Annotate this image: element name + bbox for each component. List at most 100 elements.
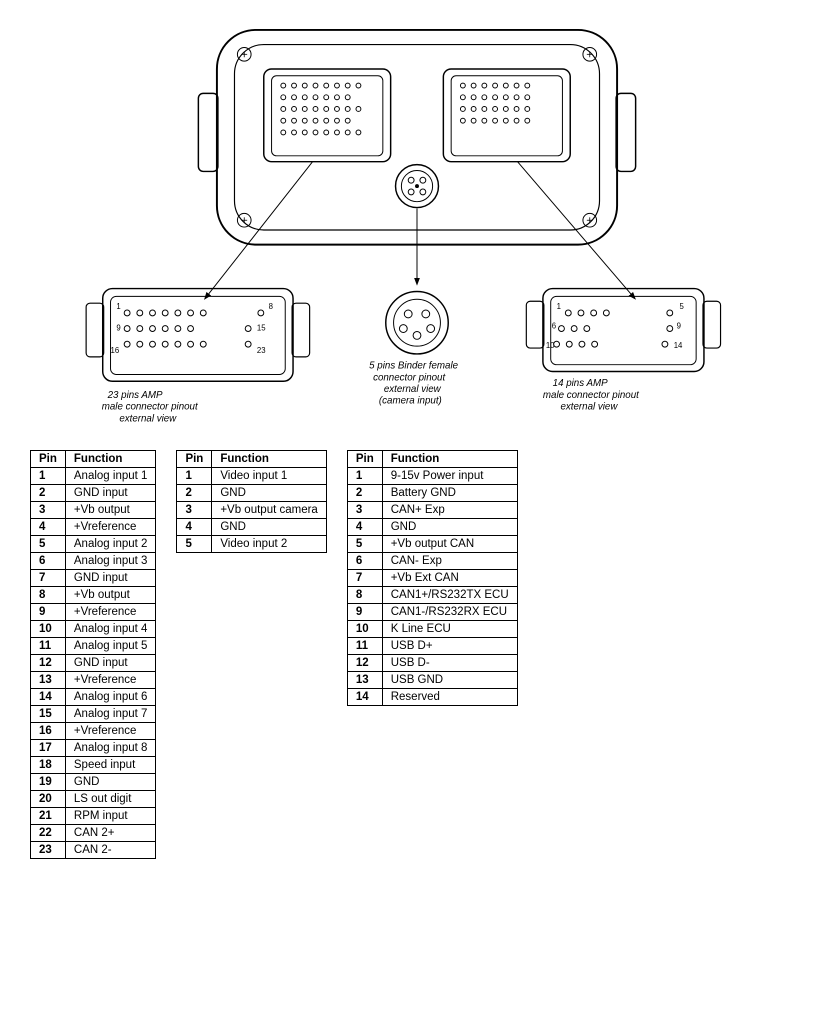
pin-function: +Vb output CAN bbox=[382, 536, 517, 553]
pin-function: +Vreference bbox=[65, 723, 156, 740]
col-function-header-mid: Function bbox=[212, 451, 327, 468]
pin-number: 10 bbox=[347, 621, 382, 638]
pin-number: 7 bbox=[31, 570, 66, 587]
svg-text:male connector pinout: male connector pinout bbox=[543, 390, 640, 401]
col-function-header-right: Function bbox=[382, 451, 517, 468]
svg-text:9: 9 bbox=[116, 324, 120, 333]
svg-text:5 pins Binder female: 5 pins Binder female bbox=[369, 361, 458, 372]
table-5pin: Pin Function 1Video input 12GND3+Vb outp… bbox=[176, 450, 326, 553]
pin-number: 15 bbox=[31, 706, 66, 723]
table-row: 1Analog input 1 bbox=[31, 468, 156, 485]
pin-function: +Vb output bbox=[65, 587, 156, 604]
pin-function: CAN1+/RS232TX ECU bbox=[382, 587, 517, 604]
table-row: 5+Vb output CAN bbox=[347, 536, 517, 553]
table-row: 11Analog input 5 bbox=[31, 638, 156, 655]
table-row: 6CAN- Exp bbox=[347, 553, 517, 570]
col-pin-header-mid: Pin bbox=[177, 451, 212, 468]
svg-text:1: 1 bbox=[116, 302, 120, 311]
pin-number: 2 bbox=[347, 485, 382, 502]
pin-function: Analog input 2 bbox=[65, 536, 156, 553]
svg-text:16: 16 bbox=[111, 346, 120, 355]
table-row: 20LS out digit bbox=[31, 791, 156, 808]
table-row: 7+Vb Ext CAN bbox=[347, 570, 517, 587]
table-row: 3+Vb output bbox=[31, 502, 156, 519]
pin-number: 20 bbox=[31, 791, 66, 808]
pin-number: 8 bbox=[347, 587, 382, 604]
diagram-section: 1 8 9 15 16 23 bbox=[10, 10, 824, 430]
pin-function: CAN1-/RS232RX ECU bbox=[382, 604, 517, 621]
pin-number: 6 bbox=[347, 553, 382, 570]
col-function-header-left: Function bbox=[65, 451, 156, 468]
table-row: 8CAN1+/RS232TX ECU bbox=[347, 587, 517, 604]
pin-function: K Line ECU bbox=[382, 621, 517, 638]
pin-function: CAN+ Exp bbox=[382, 502, 517, 519]
pin-function: +Vb output camera bbox=[212, 502, 327, 519]
table-row: 13+Vreference bbox=[31, 672, 156, 689]
pin-function: GND bbox=[212, 519, 327, 536]
svg-text:external view: external view bbox=[560, 402, 618, 413]
table-row: 9CAN1-/RS232RX ECU bbox=[347, 604, 517, 621]
table-row: 7GND input bbox=[31, 570, 156, 587]
table-row: 16+Vreference bbox=[31, 723, 156, 740]
table-row: 21RPM input bbox=[31, 808, 156, 825]
pin-function: +Vreference bbox=[65, 519, 156, 536]
svg-text:external view: external view bbox=[119, 413, 177, 424]
pin-number: 13 bbox=[31, 672, 66, 689]
table-row: 13USB GND bbox=[347, 672, 517, 689]
pin-function: Analog input 6 bbox=[65, 689, 156, 706]
pin-function: GND input bbox=[65, 655, 156, 672]
table-row: 4GND bbox=[177, 519, 326, 536]
pin-number: 5 bbox=[31, 536, 66, 553]
pin-number: 23 bbox=[31, 842, 66, 859]
svg-text:8: 8 bbox=[269, 302, 273, 311]
pin-number: 3 bbox=[347, 502, 382, 519]
pin-number: 4 bbox=[31, 519, 66, 536]
pin-number: 12 bbox=[347, 655, 382, 672]
pin-function: GND bbox=[212, 485, 327, 502]
pin-number: 1 bbox=[347, 468, 382, 485]
svg-text:5: 5 bbox=[680, 302, 685, 311]
table-row: 4+Vreference bbox=[31, 519, 156, 536]
pin-function: USB D+ bbox=[382, 638, 517, 655]
pin-function: Analog input 1 bbox=[65, 468, 156, 485]
table-row: 10Analog input 4 bbox=[31, 621, 156, 638]
pin-number: 9 bbox=[31, 604, 66, 621]
table-row: 3+Vb output camera bbox=[177, 502, 326, 519]
pin-function: Analog input 8 bbox=[65, 740, 156, 757]
pin-number: 12 bbox=[31, 655, 66, 672]
table-row: 2Battery GND bbox=[347, 485, 517, 502]
pin-number: 11 bbox=[347, 638, 382, 655]
pin-function: Reserved bbox=[382, 689, 517, 706]
pin-function: +Vb Ext CAN bbox=[382, 570, 517, 587]
col-pin-header-right: Pin bbox=[347, 451, 382, 468]
pin-number: 5 bbox=[347, 536, 382, 553]
pin-function: CAN 2- bbox=[65, 842, 156, 859]
svg-text:14 pins AMP: 14 pins AMP bbox=[553, 378, 608, 389]
pin-number: 7 bbox=[347, 570, 382, 587]
table-row: 2GND input bbox=[31, 485, 156, 502]
pin-function: USB GND bbox=[382, 672, 517, 689]
pin-function: GND input bbox=[65, 570, 156, 587]
table-row: 22CAN 2+ bbox=[31, 825, 156, 842]
table-row: 19-15v Power input bbox=[347, 468, 517, 485]
page-container: 1 8 9 15 16 23 bbox=[0, 0, 834, 1018]
svg-text:6: 6 bbox=[552, 322, 556, 331]
pin-function: Video input 1 bbox=[212, 468, 327, 485]
pin-number: 6 bbox=[31, 553, 66, 570]
svg-text:1: 1 bbox=[557, 302, 561, 311]
pin-function: Battery GND bbox=[382, 485, 517, 502]
table-row: 3CAN+ Exp bbox=[347, 502, 517, 519]
pin-number: 1 bbox=[177, 468, 212, 485]
pin-number: 10 bbox=[31, 621, 66, 638]
table-row: 8+Vb output bbox=[31, 587, 156, 604]
svg-text:male connector pinout: male connector pinout bbox=[102, 402, 199, 413]
pin-number: 3 bbox=[31, 502, 66, 519]
table-row: 11USB D+ bbox=[347, 638, 517, 655]
svg-text:connector pinout: connector pinout bbox=[373, 372, 446, 383]
table-row: 1Video input 1 bbox=[177, 468, 326, 485]
table-row: 5Analog input 2 bbox=[31, 536, 156, 553]
col-pin-header-left: Pin bbox=[31, 451, 66, 468]
pin-number: 8 bbox=[31, 587, 66, 604]
pin-function: Video input 2 bbox=[212, 536, 327, 553]
table-row: 5Video input 2 bbox=[177, 536, 326, 553]
